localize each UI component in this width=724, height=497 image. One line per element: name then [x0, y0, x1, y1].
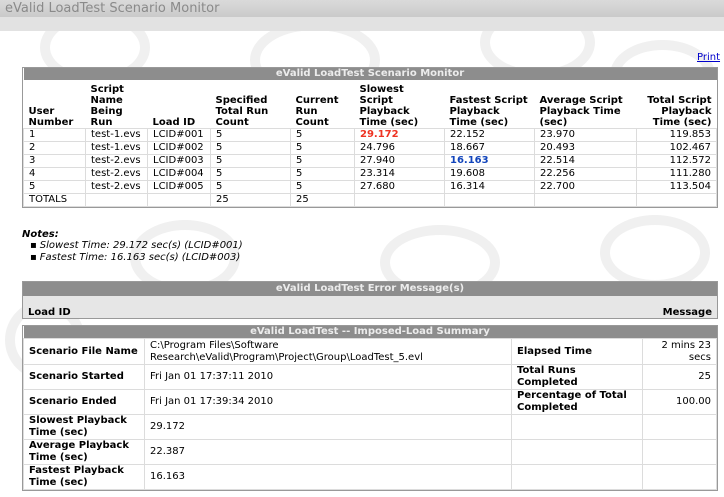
cell-script-name: test-2.evs: [85, 179, 148, 194]
cell-fastest-time: 16.314: [444, 179, 535, 194]
col-script-name: Script Name Being Run: [85, 80, 148, 128]
cell-fastest-time: 19.608: [444, 166, 535, 181]
cell-current-run-count: 5: [290, 127, 355, 142]
cell-user-number: 3: [23, 153, 86, 168]
slowest-playback-value: 29.172: [144, 414, 512, 440]
cell-specified-run-count: 5: [210, 166, 291, 181]
cell-total-time: 119.853: [636, 127, 717, 142]
cell-fastest-time: 22.152: [444, 127, 535, 142]
scenario-started-value: Fri Jan 01 17:37:11 2010: [144, 364, 512, 390]
cell-average-time: 22.700: [534, 179, 637, 194]
cell-specified-run-count: 5: [210, 179, 291, 194]
cell-user-number: 1: [23, 127, 86, 142]
percentage-completed-label: Percentage of Total Completed: [511, 389, 643, 415]
cell-specified-run-count: 5: [210, 140, 291, 155]
cell-script-name: test-2.evs: [85, 166, 148, 181]
cell-total-time: 102.467: [636, 140, 717, 155]
notes-title: Notes:: [22, 229, 59, 240]
cell-current-run-count: 5: [290, 166, 355, 181]
title-bar: eValid LoadTest Scenario Monitor: [0, 0, 724, 17]
monitor-table-header: eValid LoadTest Scenario Monitor: [23, 68, 717, 80]
elapsed-time-label: Elapsed Time: [511, 338, 643, 365]
cell-user-number: 2: [23, 140, 86, 155]
cell-slowest-time: 29.172: [354, 127, 445, 142]
cell-specified-run-count: 5: [210, 153, 291, 168]
table-row: 2 test-1.evs LCID#002 5 5 24.796 18.667 20.493 1…: [23, 140, 717, 155]
fastest-playback-value: 16.163: [144, 464, 512, 490]
cell-script-name: test-1.evs: [85, 140, 148, 155]
cell-current-run-count: 5: [290, 153, 355, 168]
fastest-playback-label: Fastest Playback Time (sec): [23, 464, 145, 490]
col-slowest-time: Slowest Script Playback Time (sec): [354, 80, 445, 128]
cell-load-id: LCID#002: [147, 140, 211, 155]
cell-current-run-count: 5: [290, 140, 355, 155]
col-fastest-time: Fastest Script Playback Time (sec): [444, 80, 535, 128]
cell-script-name: test-1.evs: [85, 127, 148, 142]
table-row: 1 test-1.evs LCID#001 5 5 29.172 22.152 23.970 1…: [23, 127, 717, 142]
cell-average-time: 23.970: [534, 127, 637, 142]
cell-specified-run-count: 5: [210, 127, 291, 142]
cell-slowest-time: 23.314: [354, 166, 445, 181]
cell-load-id: LCID#001: [147, 127, 211, 142]
table-row: 4 test-2.evs LCID#004 5 5 23.314 19.608 22.256 1…: [23, 166, 717, 181]
scenario-monitor-table: eValid LoadTest Scenario Monitor User Nu…: [22, 67, 718, 208]
scenario-ended-label: Scenario Ended: [23, 389, 145, 415]
total-runs-value: 25: [642, 364, 717, 390]
col-current-run-count: Current Run Count: [290, 80, 355, 128]
table-row: 5 test-2.evs LCID#005 5 5 27.680 16.314 22.700 1…: [23, 179, 717, 194]
cell-fastest-time: 16.163: [444, 153, 535, 168]
cell-script-name: test-2.evs: [85, 153, 148, 168]
scenario-file-label: Scenario File Name: [23, 338, 145, 365]
cell-slowest-time: 27.680: [354, 179, 445, 194]
summary-table-header: eValid LoadTest -- Imposed-Load Summary: [23, 326, 717, 339]
scenario-started-label: Scenario Started: [23, 364, 145, 390]
scenario-file-value: C:\Program Files\Software Research\eVali…: [144, 338, 512, 365]
note-fastest: Fastest Time: 16.163 sec(s) (LCID#003): [30, 252, 243, 264]
total-runs-label: Total Runs Completed: [511, 364, 643, 390]
col-user-number: User Number: [23, 80, 86, 128]
totals-label: TOTALS: [23, 192, 86, 207]
cell-total-time: 113.504: [636, 179, 717, 194]
slowest-playback-label: Slowest Playback Time (sec): [23, 414, 145, 440]
cell-user-number: 4: [23, 166, 86, 181]
cell-fastest-time: 18.667: [444, 140, 535, 155]
table-row: 3 test-2.evs LCID#003 5 5 27.940 16.163 22.514 1…: [23, 153, 717, 168]
notes-section: Notes: Slowest Time: 29.172 sec(s) (LCID…: [22, 229, 243, 264]
col-average-time: Average Script Playback Time (sec): [534, 80, 637, 128]
scenario-ended-value: Fri Jan 01 17:39:34 2010: [144, 389, 512, 415]
sub-bar: [0, 17, 724, 31]
average-playback-value: 22.387: [144, 439, 512, 465]
imposed-load-summary-table: eValid LoadTest -- Imposed-Load Summary …: [22, 325, 718, 491]
cell-average-time: 20.493: [534, 140, 637, 155]
elapsed-time-value: 2 mins 23 secs: [642, 338, 717, 365]
watermark-decoration: [600, 215, 710, 290]
cell-total-time: 112.572: [636, 153, 717, 168]
col-error-load-id: Load ID: [28, 307, 71, 318]
totals-current: 25: [290, 192, 355, 207]
print-link[interactable]: Print: [697, 52, 720, 63]
cell-current-run-count: 5: [290, 179, 355, 194]
cell-slowest-time: 24.796: [354, 140, 445, 155]
percentage-completed-value: 100.00: [642, 389, 717, 415]
cell-load-id: LCID#004: [147, 166, 211, 181]
totals-specified: 25: [210, 192, 291, 207]
cell-user-number: 5: [23, 179, 86, 194]
col-load-id: Load ID: [147, 80, 211, 128]
cell-average-time: 22.514: [534, 153, 637, 168]
cell-average-time: 22.256: [534, 166, 637, 181]
cell-load-id: LCID#003: [147, 153, 211, 168]
col-error-message: Message: [662, 307, 712, 318]
cell-load-id: LCID#005: [147, 179, 211, 194]
col-specified-run-count: Specified Total Run Count: [210, 80, 291, 128]
note-slowest: Slowest Time: 29.172 sec(s) (LCID#001): [30, 240, 243, 252]
window-title: eValid LoadTest Scenario Monitor: [5, 1, 220, 16]
error-messages-table: eValid LoadTest Error Message(s) Load ID…: [22, 281, 718, 319]
cell-total-time: 111.280: [636, 166, 717, 181]
average-playback-label: Average Playback Time (sec): [23, 439, 145, 465]
cell-slowest-time: 27.940: [354, 153, 445, 168]
col-total-time: Total Script Playback Time (sec): [636, 80, 717, 128]
error-table-header: eValid LoadTest Error Message(s): [23, 282, 717, 296]
